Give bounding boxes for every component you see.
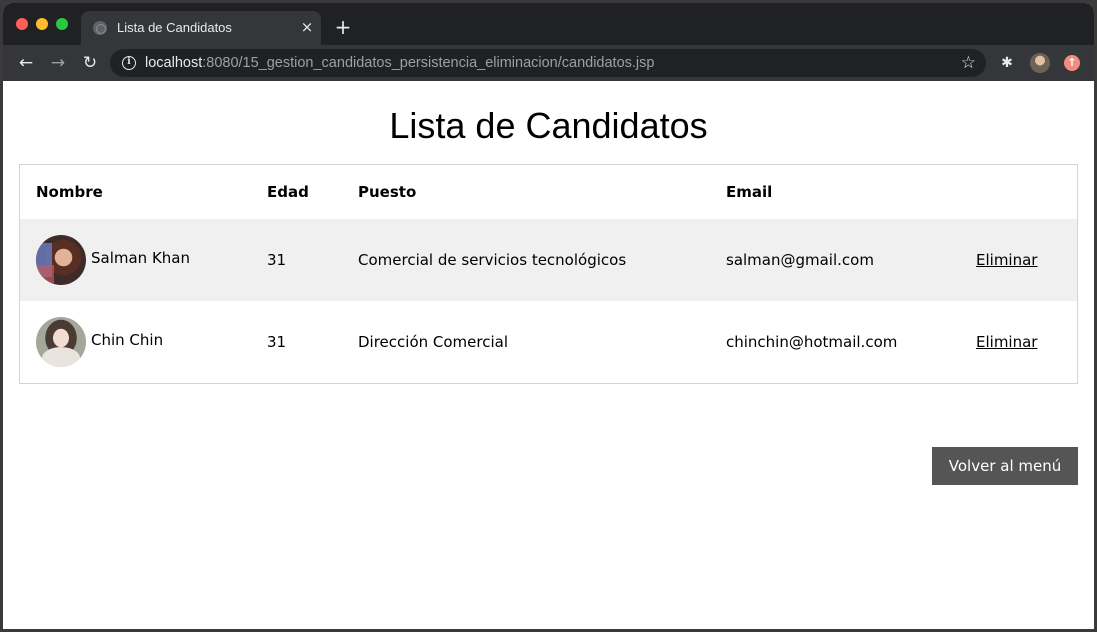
name-cell: Salman Khan — [36, 235, 251, 285]
browser-toolbar: ← → ↻ i localhost:8080/15_gestion_candid… — [3, 45, 1094, 81]
cell-puesto: Dirección Comercial — [358, 333, 508, 351]
name-cell: Chin Chin — [36, 317, 251, 367]
reload-icon[interactable]: ↻ — [80, 53, 100, 73]
candidate-avatar — [36, 317, 86, 367]
new-tab-icon[interactable]: + — [333, 17, 353, 37]
url-path: :8080/15_gestion_candidatos_persistencia… — [202, 55, 655, 71]
tab-strip: Lista de Candidatos × + — [3, 3, 1094, 45]
extensions-puzzle-icon[interactable]: ✱ — [999, 55, 1015, 71]
candidates-table: Nombre Edad Puesto Email Salman Khan 31 … — [20, 165, 1077, 383]
header-actions — [960, 165, 1077, 219]
browser-window: Lista de Candidatos × + ← → ↻ i localhos… — [3, 3, 1094, 629]
delete-link[interactable]: Eliminar — [976, 251, 1037, 269]
close-tab-icon[interactable]: × — [298, 18, 316, 36]
back-arrow-icon[interactable]: ← — [16, 53, 36, 73]
page-content: Lista de Candidatos Nombre Edad Puesto E… — [3, 81, 1094, 629]
url-text[interactable]: localhost:8080/15_gestion_candidatos_per… — [145, 55, 654, 71]
page-title: Lista de Candidatos — [389, 105, 708, 146]
back-to-menu-button[interactable]: Volver al menú — [932, 447, 1078, 485]
profile-avatar[interactable] — [1030, 53, 1050, 73]
header-puesto: Puesto — [358, 183, 417, 201]
header-email: Email — [726, 183, 773, 201]
globe-icon — [93, 21, 107, 35]
forward-arrow-icon[interactable]: → — [48, 53, 68, 73]
cell-action: Eliminar — [960, 301, 1077, 383]
bookmark-star-icon[interactable]: ☆ — [961, 53, 976, 73]
candidate-name: Chin Chin — [91, 331, 164, 349]
candidate-avatar — [36, 235, 86, 285]
table-row: Salman Khan 31 Comercial de servicios te… — [20, 219, 1077, 301]
cell-nombre: Chin Chin — [20, 301, 251, 383]
tab-title: Lista de Candidatos — [117, 20, 232, 35]
zoom-window-icon[interactable] — [56, 18, 68, 30]
table-header-row: Nombre Edad Puesto Email — [20, 165, 1077, 219]
delete-link[interactable]: Eliminar — [976, 333, 1037, 351]
header-edad: Edad — [267, 183, 309, 201]
candidate-name: Salman Khan — [91, 249, 191, 267]
cell-edad: 31 — [267, 333, 287, 351]
update-icon[interactable]: ↑ — [1064, 55, 1080, 71]
info-icon[interactable]: i — [122, 56, 136, 70]
cell-email: salman@gmail.com — [726, 251, 874, 269]
tab-lista-de-candidatos[interactable]: Lista de Candidatos × — [81, 11, 321, 45]
candidates-table-container: Nombre Edad Puesto Email Salman Khan 31 … — [19, 164, 1078, 384]
cell-nombre: Salman Khan — [20, 219, 251, 301]
cell-puesto: Comercial de servicios tecnológicos — [358, 251, 627, 269]
url-host: localhost — [145, 55, 203, 71]
header-nombre: Nombre — [36, 183, 103, 201]
cell-action: Eliminar — [960, 219, 1077, 301]
address-bar[interactable]: i localhost:8080/15_gestion_candidatos_p… — [110, 49, 986, 77]
table-row: Chin Chin 31 Dirección Comercial chinchi… — [20, 301, 1077, 383]
close-window-icon[interactable] — [16, 18, 28, 30]
cell-email: chinchin@hotmail.com — [726, 333, 898, 351]
minimize-window-icon[interactable] — [36, 18, 48, 30]
cell-edad: 31 — [267, 251, 287, 269]
